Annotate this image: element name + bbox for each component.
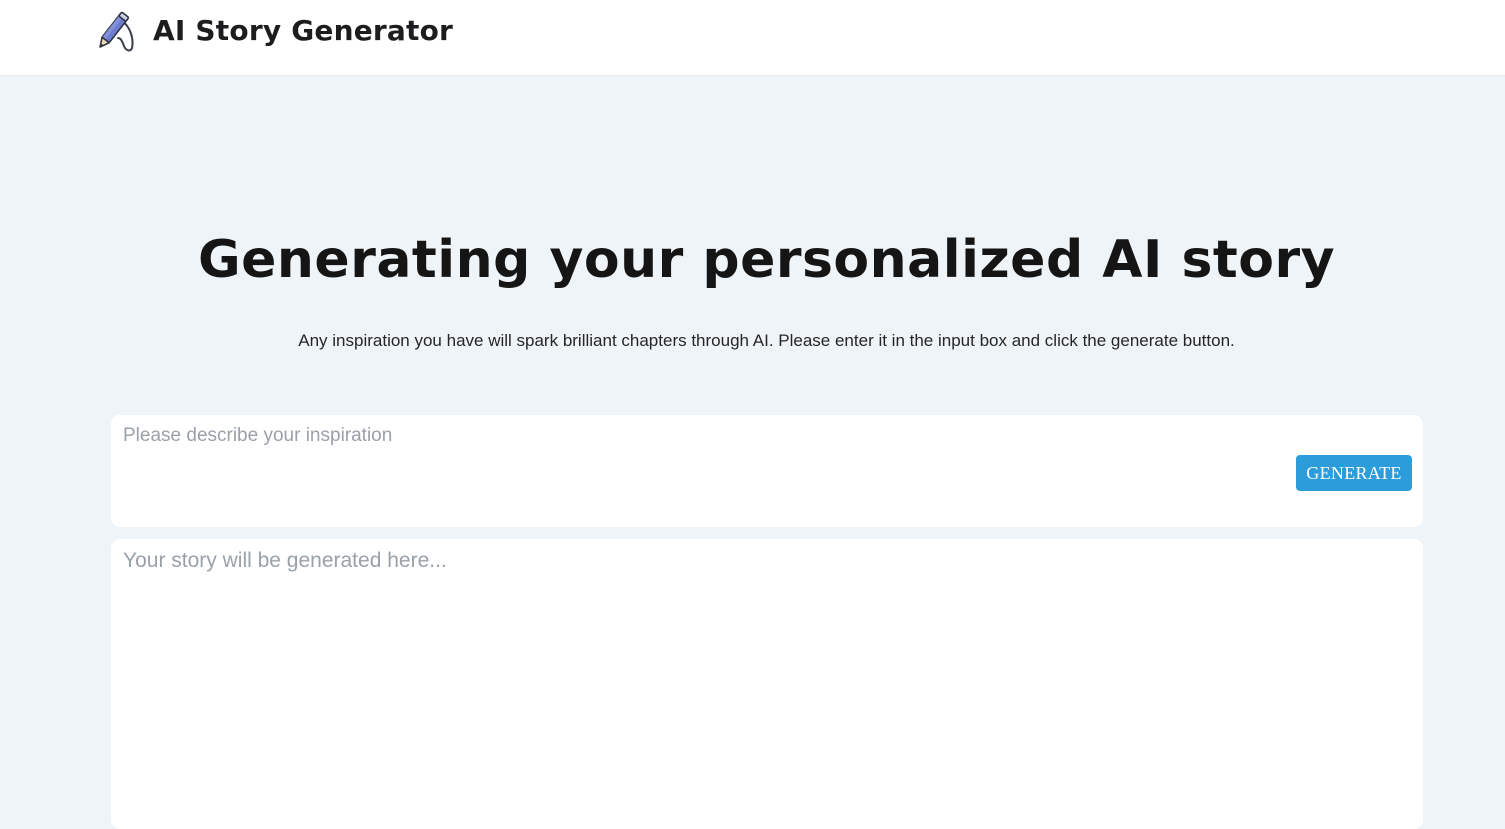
generate-button[interactable]: GENERATE — [1296, 455, 1412, 491]
story-output-card — [111, 539, 1423, 829]
top-header: AI Story Generator — [0, 0, 1505, 76]
page-subtext: Any inspiration you have will spark bril… — [298, 331, 1235, 350]
pen-icon — [99, 11, 134, 52]
page-headline: Generating your personalized AI story — [197, 230, 1336, 290]
inspiration-input[interactable] — [111, 415, 1281, 527]
app-title: AI Story Generator — [153, 14, 454, 47]
inspiration-card: GENERATE — [111, 415, 1423, 527]
story-output-area[interactable] — [111, 539, 1423, 829]
